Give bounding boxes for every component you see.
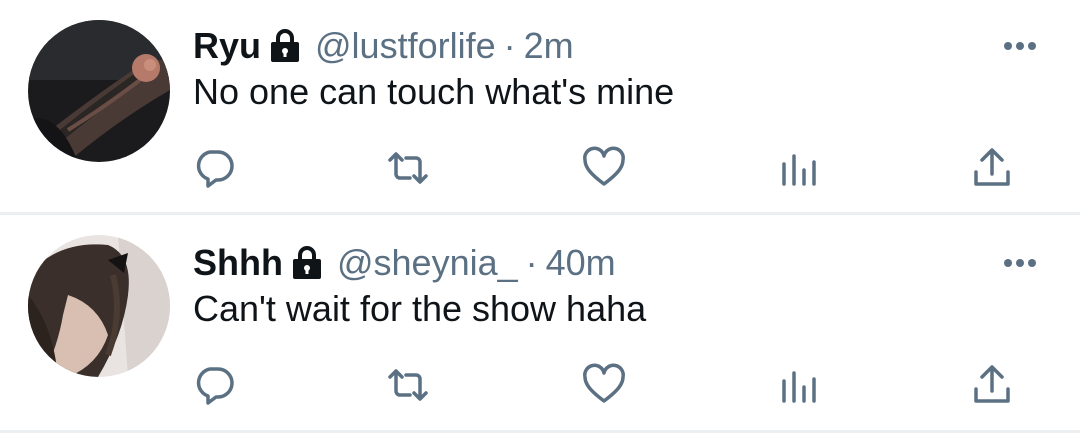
timestamp[interactable]: 40m bbox=[546, 241, 616, 285]
heart-icon[interactable] bbox=[580, 144, 628, 192]
lock-icon bbox=[269, 28, 301, 64]
heart-icon[interactable] bbox=[580, 361, 628, 409]
share-icon[interactable] bbox=[968, 361, 1016, 409]
more-dots-icon[interactable] bbox=[1000, 38, 1040, 54]
tattooed-arm-avatar-image bbox=[28, 20, 170, 162]
separator-dot: · bbox=[525, 242, 538, 283]
tweet-text: Can't wait for the show haha bbox=[193, 288, 647, 329]
separator-dot: · bbox=[503, 25, 516, 66]
tweet-divider bbox=[0, 430, 1080, 433]
share-icon[interactable] bbox=[968, 144, 1016, 192]
avatar[interactable] bbox=[28, 20, 170, 162]
reply-icon[interactable] bbox=[190, 361, 238, 409]
display-name[interactable]: Shhh bbox=[193, 241, 283, 285]
tweet[interactable]: Shhh @sheynia_ · 40m Can't wait for the … bbox=[0, 215, 1080, 429]
avatar[interactable] bbox=[28, 235, 170, 377]
reply-icon[interactable] bbox=[190, 144, 238, 192]
tweet[interactable]: Ryu @lustforlife · 2m No one can touch w… bbox=[0, 0, 1080, 214]
girl-hair-avatar-image bbox=[28, 235, 170, 377]
tweet-header: Shhh @sheynia_ · 40m bbox=[193, 241, 616, 285]
display-name[interactable]: Ryu bbox=[193, 24, 261, 68]
lock-icon bbox=[291, 245, 323, 281]
retweet-icon[interactable] bbox=[384, 361, 432, 409]
analytics-icon[interactable] bbox=[776, 361, 824, 409]
tweet-text: No one can touch what's mine bbox=[193, 71, 675, 112]
tweet-header: Ryu @lustforlife · 2m bbox=[193, 24, 574, 68]
more-dots-icon[interactable] bbox=[1000, 255, 1040, 271]
timestamp[interactable]: 2m bbox=[524, 24, 574, 68]
retweet-icon[interactable] bbox=[384, 144, 432, 192]
user-handle[interactable]: @lustforlife bbox=[315, 24, 496, 68]
analytics-icon[interactable] bbox=[776, 144, 824, 192]
user-handle[interactable]: @sheynia_ bbox=[337, 241, 518, 285]
